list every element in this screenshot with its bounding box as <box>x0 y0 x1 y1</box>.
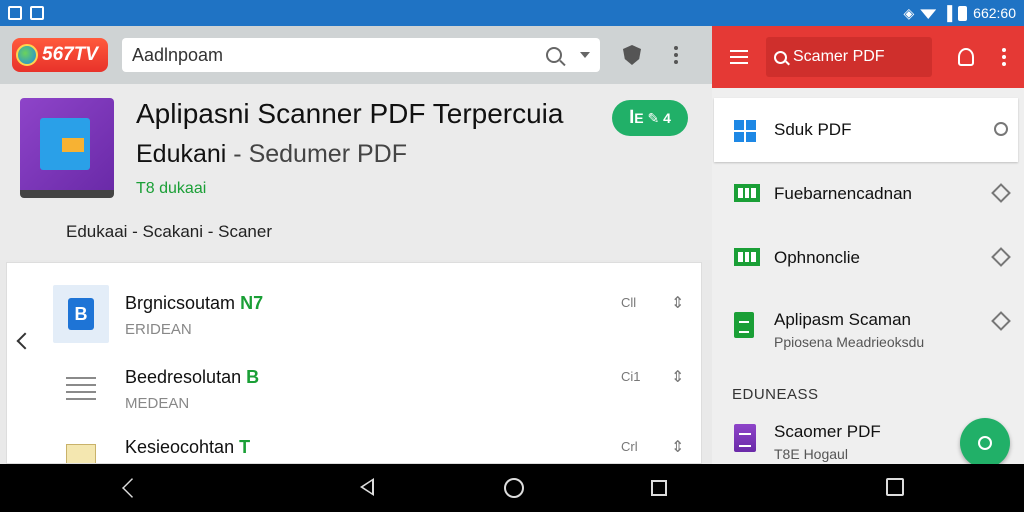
file-list: B Brgnicsoutam N7 ERIDEAN Cll ⇕ Beedreso… <box>6 262 702 464</box>
menu-item[interactable]: Fuebarnencadnan <box>714 162 1018 226</box>
search-icon[interactable] <box>545 47 562 63</box>
app-title: Aplipasni Scanner PDF Terpercuia <box>136 98 564 129</box>
status-bar: ◈ ▐ 662:60 <box>0 0 1024 26</box>
fab-button[interactable] <box>960 418 1010 464</box>
menu-item[interactable]: Aplipasm Scaman Ppiosena Meadrieoksdu <box>714 298 1018 362</box>
dot-icon <box>673 46 678 50</box>
app-subtitle: Edukani - Sedumer PDF <box>136 140 407 169</box>
text-file-icon <box>53 359 109 417</box>
app-subtitle-main: Edukani <box>136 140 227 168</box>
shield-button[interactable] <box>620 43 644 67</box>
spreadsheet-icon <box>734 248 760 266</box>
overflow-menu-button[interactable] <box>664 43 688 67</box>
menu-item-label: Fuebarnencadnan <box>774 184 913 203</box>
menu-icon[interactable] <box>730 50 748 64</box>
diamond-icon[interactable] <box>991 247 1011 267</box>
side-panel-toolbar: Scamer PDF <box>712 26 1024 88</box>
system-nav-bar <box>0 464 1024 512</box>
chevron-left-icon[interactable] <box>16 332 34 350</box>
back-icon[interactable] <box>122 478 142 498</box>
item-size: Cll <box>621 295 637 310</box>
clock: 662:60 <box>973 5 1016 21</box>
item-subtitle: ERIDEAN <box>125 321 192 338</box>
menu-item-label: Sduk PDF <box>774 120 852 139</box>
app-icon <box>20 98 114 198</box>
rotate-icon[interactable] <box>886 478 904 496</box>
menu-item-subtitle: Ppiosena Meadrieoksdu <box>774 334 925 350</box>
menu-item[interactable]: Ophnonclie <box>714 226 1018 298</box>
download-icon <box>30 6 44 20</box>
nav-back-triangle-icon[interactable] <box>360 478 374 496</box>
overflow-menu-button[interactable] <box>1002 48 1006 66</box>
menu-item[interactable]: Sduk PDF <box>714 98 1018 162</box>
circle-icon[interactable] <box>994 122 1008 136</box>
doc-file-icon: B <box>53 285 109 343</box>
app-developer: - Sedumer PDF <box>226 140 407 168</box>
chevron-down-icon[interactable] <box>579 52 590 58</box>
side-search-input[interactable]: Scamer PDF <box>766 37 932 77</box>
spreadsheet-icon <box>734 184 760 202</box>
side-search-label: Scamer PDF <box>793 48 885 65</box>
menu-item-label: Ophnonclie <box>774 248 861 267</box>
shield-icon <box>622 45 641 65</box>
search-icon <box>774 50 787 64</box>
list-item[interactable]: Beedresolutan B MEDEAN Ci1 ⇕ <box>53 359 693 429</box>
item-title: Brgnicsoutam N7 <box>125 293 264 313</box>
reorder-icon[interactable]: ⇕ <box>671 437 684 457</box>
notification-icon <box>8 6 22 20</box>
install-button[interactable]: ꟾE ✎ 4 <box>612 100 688 136</box>
app-category[interactable]: T8 dukaai <box>136 180 206 198</box>
section-header: EDUNEASS <box>732 386 819 403</box>
brand-badge-icon <box>16 44 38 66</box>
reorder-icon[interactable]: ⇕ <box>671 293 684 313</box>
top-app-bar: 567TV Aadlnpoam <box>0 26 712 84</box>
paper-file-icon <box>53 429 109 463</box>
item-title: Kesieocohtan T <box>125 437 251 457</box>
battery-icon <box>958 5 968 21</box>
dot-icon <box>673 53 678 57</box>
side-panel: Scamer PDF Sduk PDF Fuebarnencadnan Ophn… <box>712 26 1024 464</box>
item-size: Ci1 <box>621 369 641 384</box>
settings-icon <box>978 436 992 450</box>
wifi-icon <box>920 9 937 19</box>
search-query: Aadlnpoam <box>131 44 224 65</box>
menu-item-label: Scaomer PDF <box>774 422 881 441</box>
recents-icon[interactable] <box>651 480 667 496</box>
brand-logo[interactable]: 567TV <box>12 38 108 72</box>
heart-icon[interactable] <box>991 311 1011 331</box>
home-icon[interactable] <box>504 478 524 498</box>
windows-icon <box>734 120 756 142</box>
menu-item-label: Aplipasm Scaman <box>774 310 912 329</box>
diamond-icon[interactable] <box>991 183 1011 203</box>
user-icon[interactable] <box>958 48 974 66</box>
brand-name: 567TV <box>42 44 98 65</box>
side-menu: Sduk PDF Fuebarnencadnan Ophnonclie Apli… <box>714 98 1018 362</box>
item-subtitle: MEDEAN <box>125 395 190 412</box>
app-tags: Edukaai - Scakani - Scaner <box>66 222 272 241</box>
dot-icon <box>673 60 678 64</box>
app-header: Aplipasni Scanner PDF Terpercuia Edukani… <box>0 84 712 260</box>
list-item[interactable]: Kesieocohtan T Crl ⇕ <box>53 429 693 463</box>
vibrate-icon: ◈ <box>903 4 915 21</box>
item-title: Beedresolutan B <box>125 367 260 387</box>
reorder-icon[interactable]: ⇕ <box>671 367 684 387</box>
list-item[interactable]: B Brgnicsoutam N7 ERIDEAN Cll ⇕ <box>53 285 693 355</box>
document-icon <box>40 118 90 170</box>
signal-icon: ▐ <box>942 5 953 21</box>
menu-item-subtitle: T8E Hogaul <box>774 446 848 462</box>
item-size: Crl <box>621 439 638 454</box>
doc-icon <box>734 312 754 338</box>
search-input[interactable]: Aadlnpoam <box>121 38 600 72</box>
purple-doc-icon <box>734 424 756 452</box>
